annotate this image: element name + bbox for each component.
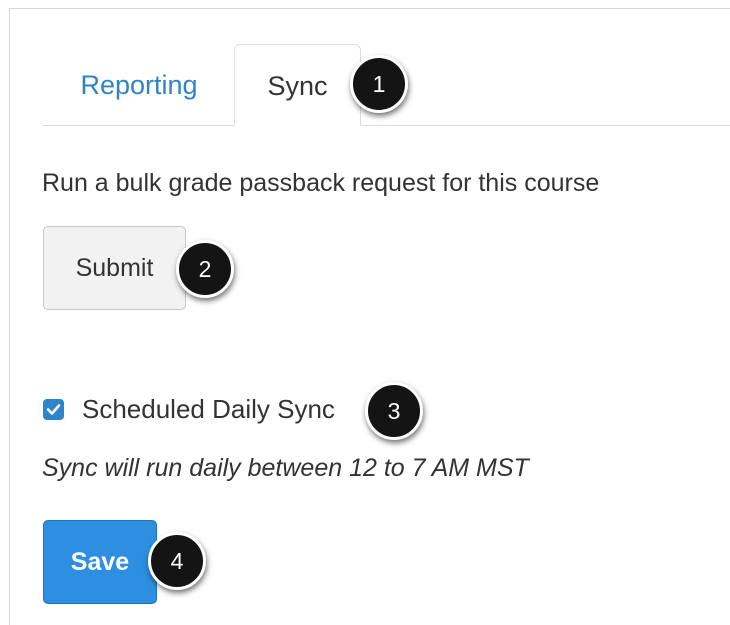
callout-2: 2 xyxy=(176,240,234,298)
callout-4: 4 xyxy=(148,532,206,590)
sync-panel: Reporting Sync 1 Run a bulk grade passba… xyxy=(9,8,730,625)
sync-intro-text: Run a bulk grade passback request for th… xyxy=(42,169,600,197)
scheduled-sync-checkbox[interactable] xyxy=(43,399,64,420)
schedule-note: Sync will run daily between 12 to 7 AM M… xyxy=(42,454,529,482)
tab-sync[interactable]: Sync xyxy=(234,44,361,126)
save-button[interactable]: Save xyxy=(43,520,157,604)
callout-3: 3 xyxy=(365,382,423,440)
tab-reporting[interactable]: Reporting xyxy=(44,44,234,126)
checkmark-icon xyxy=(46,404,61,415)
submit-button[interactable]: Submit xyxy=(43,226,186,310)
scheduled-sync-label[interactable]: Scheduled Daily Sync xyxy=(82,394,335,425)
callout-1: 1 xyxy=(350,55,408,113)
